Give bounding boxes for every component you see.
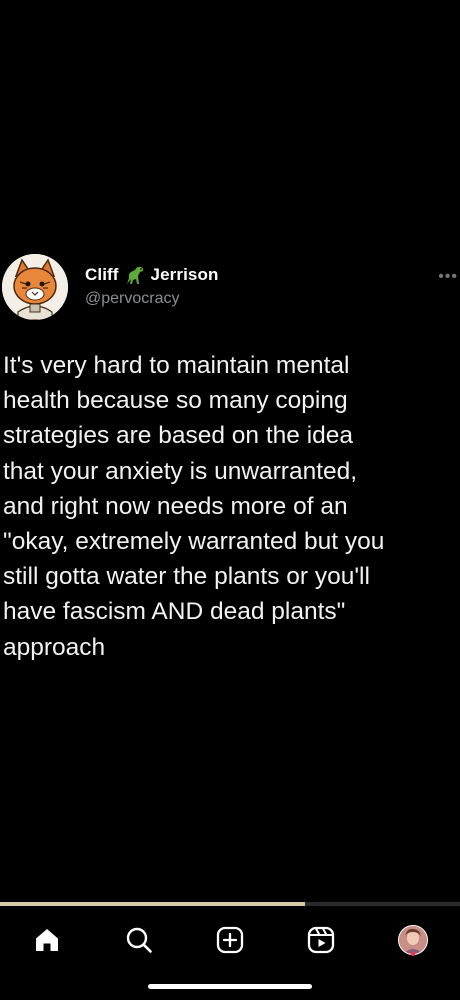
nav-create[interactable] xyxy=(210,920,250,960)
nav-reels[interactable] xyxy=(301,920,341,960)
search-icon xyxy=(126,927,152,953)
create-plus-icon xyxy=(216,926,244,954)
dinosaur-emoji-icon xyxy=(123,264,147,286)
notification-dot xyxy=(411,952,415,956)
profile-photo-icon xyxy=(399,926,427,954)
tweet-author-handle[interactable]: @pervocracy xyxy=(85,290,180,308)
reels-icon xyxy=(307,926,335,954)
tweet-author-avatar[interactable] xyxy=(2,254,68,320)
tweet-text: It's very hard to maintain mental health… xyxy=(3,352,385,661)
nav-search[interactable] xyxy=(119,920,159,960)
home-icon xyxy=(36,929,58,951)
home-indicator[interactable] xyxy=(148,984,312,989)
author-first-name: Cliff xyxy=(85,265,119,284)
author-last-name: Jerrison xyxy=(150,265,219,284)
nav-home[interactable] xyxy=(27,920,67,960)
more-options-icon[interactable]: ••• xyxy=(438,268,458,286)
tweet-author-name[interactable]: Cliff Jerrison xyxy=(85,264,218,286)
cat-avatar-icon xyxy=(2,254,68,320)
profile-avatar xyxy=(398,925,428,955)
